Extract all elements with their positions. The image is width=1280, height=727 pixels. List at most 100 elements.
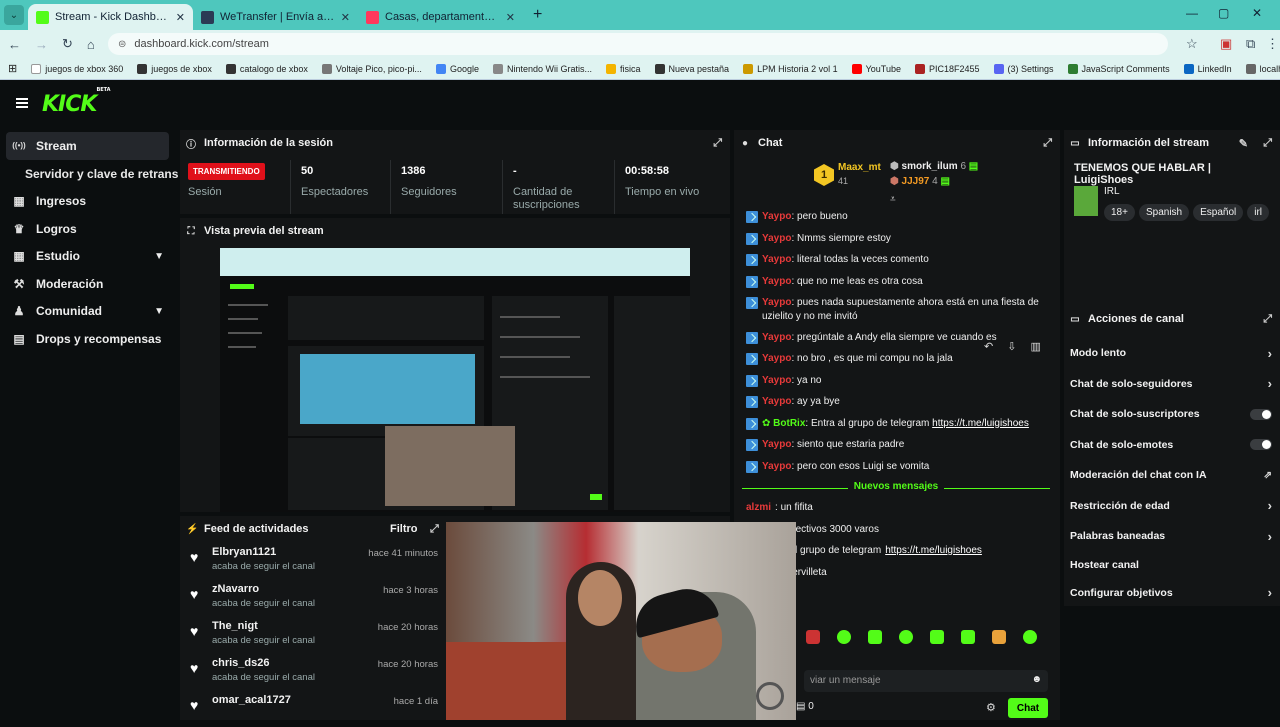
chat-settings-gear-icon[interactable]: ⚙ [986, 701, 996, 714]
minimize-icon[interactable]: — [1186, 6, 1198, 20]
leader-name[interactable]: Maax_mt [838, 162, 881, 173]
action-chat-de-solo-emotes[interactable]: Chat de solo-emotes [1064, 430, 1280, 461]
reload-icon[interactable]: ↻ [62, 36, 73, 52]
sidebar-item-stream-key[interactable]: Servidor y clave de retransmisión [0, 160, 178, 188]
chat-username[interactable]: Yaypo [762, 254, 791, 265]
forward-icon[interactable]: → [35, 37, 48, 52]
new-messages-divider[interactable]: Nuevos mensajes [742, 481, 1050, 495]
leader-name[interactable]: smork_ilum [902, 161, 958, 172]
edit-pencil-icon[interactable]: ✎ [1239, 137, 1248, 150]
feed-username[interactable]: chris_ds26 [212, 657, 315, 669]
bookmark-item[interactable]: (3) Settings [993, 63, 1054, 74]
action-chat-de-solo-seguidores[interactable]: Chat de solo-seguidores › [1064, 369, 1280, 400]
chat-username[interactable]: Yaypo [762, 353, 791, 364]
bookmark-item[interactable]: YouTube [851, 63, 901, 74]
sidebar-item-comunidad[interactable]: ♟ Comunidad ▼ [0, 298, 178, 326]
chat-message[interactable]: Yaypo: no bro , es que mi compu no la ja… [734, 352, 1060, 367]
close-tab-icon[interactable]: ✕ [506, 11, 515, 24]
close-tab-icon[interactable]: ✕ [176, 11, 185, 24]
chat-username[interactable]: Yaypo [762, 276, 791, 287]
expand-icon[interactable]: ⤢ [1263, 137, 1272, 150]
reply-icon[interactable]: ↶ [984, 340, 993, 353]
chat-username[interactable]: Yaypo [762, 233, 791, 244]
chat-message[interactable]: Yaypo: pues nada supuestamente ahora est… [734, 296, 1060, 324]
emote-icon[interactable] [930, 630, 944, 644]
stream-tag[interactable]: irl [1247, 204, 1270, 221]
bookmark-item[interactable]: juegos de xbox [137, 63, 212, 74]
emote-icon[interactable] [1023, 630, 1037, 644]
feed-username[interactable]: Elbryan1121 [212, 546, 315, 558]
delete-icon[interactable]: ▥ [1030, 340, 1040, 353]
expand-icon[interactable]: ⤢ [1263, 313, 1272, 326]
chat-message[interactable]: Yaypo: pero con esos Luigi se vomita [734, 460, 1060, 475]
emoji-icon[interactable]: ☻ [1031, 674, 1042, 685]
action-palabras-baneadas[interactable]: Palabras baneadas › [1064, 521, 1280, 552]
chat-message[interactable]: Yaypo: literal todas la veces comento [734, 253, 1060, 268]
toggle-switch[interactable] [1250, 408, 1272, 420]
chat-message[interactable]: Yaypo: que no me leas es otra cosa [734, 275, 1060, 290]
bookmark-item[interactable]: Nueva pestaña [654, 63, 729, 74]
chat-input[interactable]: viar un mensaje ☻ [804, 670, 1048, 692]
action-modo-lento[interactable]: Modo lento › [1064, 338, 1280, 369]
toggle-switch[interactable] [1250, 439, 1272, 451]
bookmark-item[interactable]: PIC18F2455 [914, 63, 980, 74]
sidebar-item-estudio[interactable]: ▦ Estudio ▼ [0, 243, 178, 271]
chat-username[interactable]: Yaypo [762, 439, 791, 450]
pin-icon[interactable]: ⇩ [1007, 340, 1016, 353]
stream-preview-video[interactable] [220, 248, 690, 512]
expand-icon[interactable]: ⤢ [713, 137, 722, 150]
maximize-icon[interactable]: ▢ [1218, 6, 1229, 20]
chat-message[interactable]: Yaypo: pero bueno [734, 210, 1060, 225]
address-bar[interactable]: ⊜ dashboard.kick.com/stream [108, 33, 1168, 55]
chat-username[interactable]: Yaypo [762, 211, 791, 222]
chat-message[interactable]: alzmi: un fifita [734, 501, 1060, 515]
chat-username[interactable]: Yaypo [762, 332, 791, 343]
bookmark-item[interactable]: juegos de xbox 360 [31, 63, 123, 74]
chat-username[interactable]: Yaypo [762, 461, 791, 472]
chat-message[interactable]: ✿ BotRix: Entra al grupo de telegram htt… [734, 417, 1060, 432]
filter-button[interactable]: Filtro [390, 523, 418, 535]
emote-icon[interactable] [961, 630, 975, 644]
extension-icon[interactable]: ▣ [1220, 36, 1232, 52]
category-name[interactable]: IRL [1104, 186, 1120, 197]
emote-icon[interactable] [806, 630, 820, 644]
expand-icon[interactable]: ⤢ [1043, 137, 1052, 150]
bookmark-item[interactable]: localhost / 127.0.0.1... [1245, 63, 1280, 74]
tab-search-button[interactable]: ⌄ [4, 5, 24, 25]
bookmark-item[interactable]: Google [435, 63, 479, 74]
action-moderaci-n-del-chat-con-ia[interactable]: Moderación del chat con IA ⇗ [1064, 460, 1280, 491]
leader-name[interactable]: JJJ97 [902, 176, 930, 187]
points-display[interactable]: ▤ 0 [796, 701, 814, 712]
action-hostear-canal[interactable]: Hostear canal [1064, 552, 1280, 578]
chat-message[interactable]: Yaypo: Nmms siempre estoy [734, 232, 1060, 247]
emote-icon[interactable] [899, 630, 913, 644]
sidebar-item-drops[interactable]: ▤ Drops y recompensas [0, 325, 178, 353]
chat-link[interactable]: https://t.me/luigishoes [885, 544, 982, 558]
close-window-icon[interactable]: ✕ [1252, 6, 1262, 20]
chat-username[interactable]: Yaypo [762, 297, 791, 308]
bookmark-item[interactable]: fisica [606, 63, 641, 74]
new-tab-button[interactable]: + [533, 6, 542, 24]
send-chat-button[interactable]: Chat [1008, 698, 1048, 718]
emote-icon[interactable] [992, 630, 1006, 644]
chat-message[interactable]: Yaypo: siento que estaria padre [734, 438, 1060, 453]
stream-tag[interactable]: Spanish [1138, 204, 1190, 221]
kick-logo[interactable]: KICKBETA [42, 87, 111, 117]
bookmark-item[interactable]: Nintendo Wii Gratis... [492, 63, 592, 74]
apps-grid-icon[interactable]: ⊞ [8, 62, 17, 75]
sidebar-item-ingresos[interactable]: ▦ Ingresos [0, 188, 178, 216]
sidebar-item-stream[interactable]: ((•)) Stream [6, 132, 169, 160]
back-icon[interactable]: ← [8, 37, 21, 52]
action-configurar-objetivos[interactable]: Configurar objetivos › [1064, 578, 1280, 609]
close-tab-icon[interactable]: ✕ [341, 11, 350, 24]
leaderboard-collapse-icon[interactable]: ⩡ [890, 194, 896, 205]
expand-icon[interactable]: ⤢ [430, 523, 439, 536]
feed-username[interactable]: The_nigt [212, 620, 315, 632]
emote-icon[interactable] [868, 630, 882, 644]
bookmark-item[interactable]: LPM Historia 2 vol 1 [743, 63, 838, 74]
stream-tag[interactable]: 18+ [1104, 204, 1135, 221]
emote-icon[interactable] [837, 630, 851, 644]
bookmark-item[interactable]: LinkedIn [1183, 63, 1232, 74]
sidebar-item-logros[interactable]: ♛ Logros [0, 215, 178, 243]
chat-message[interactable]: Yaypo: ya no [734, 374, 1060, 389]
